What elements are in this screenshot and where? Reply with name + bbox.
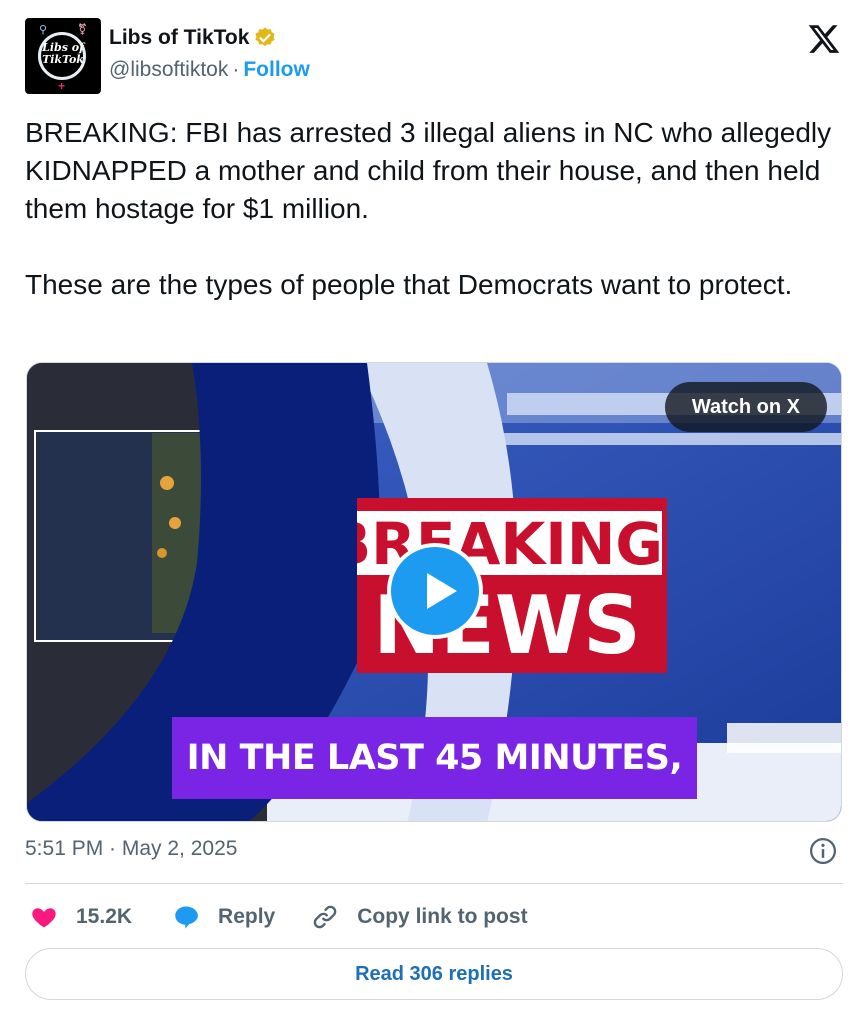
female-symbol-icon: + [58,79,66,93]
reply-button[interactable]: Reply [172,903,275,931]
like-button[interactable]: 15.2K [30,903,132,931]
tweet-paragraph: These are the types of people that Democ… [25,269,793,300]
read-replies-button[interactable]: Read 306 replies [25,948,843,1000]
verified-badge-icon [255,27,276,47]
info-icon[interactable] [808,836,838,866]
tweet-paragraph: BREAKING: FBI has arrested 3 illegal ali… [25,117,832,224]
tweet-header: ⚲ ⚧ Libs of TikTok + Libs of TikTok @lib… [25,18,843,96]
banner-line-1: BREAKING [327,510,663,578]
reply-label: Reply [218,905,276,928]
transgender-symbol-icon: ⚧ [77,24,87,36]
handle-row: @libsoftiktok · Follow [109,58,310,82]
avatar-logo-text: Libs of TikTok [42,41,84,66]
play-icon[interactable] [387,543,483,639]
like-count: 15.2K [76,905,133,928]
separator-dot: · [232,58,240,81]
action-bar: 15.2K Reply Copy link to post [30,900,528,934]
heart-icon [32,908,56,928]
link-icon [313,905,337,929]
copy-link-label: Copy link to post [357,905,528,928]
male-symbol-icon: ⚲ [39,24,48,36]
tweet-text: BREAKING: FBI has arrested 3 illegal ali… [25,114,840,304]
speech-bubble-icon [175,906,198,929]
avatar[interactable]: ⚲ ⚧ Libs of TikTok + [25,18,101,94]
divider [25,883,843,884]
author-handle[interactable]: @libsoftiktok [109,58,228,81]
author-name-row: Libs of TikTok [109,26,277,50]
copy-link-button[interactable]: Copy link to post [311,903,528,931]
display-name[interactable]: Libs of TikTok [109,26,249,50]
tweet-timestamp[interactable]: 5:51 PM · May 2, 2025 [25,837,237,861]
follow-button[interactable]: Follow [243,58,310,81]
x-logo-icon[interactable] [807,22,841,56]
video-thumbnail[interactable]: BREAKING NEWS Watch on X IN THE LAST 45 … [26,362,842,822]
video-caption: IN THE LAST 45 MINUTES, [172,717,697,799]
watch-on-x-button[interactable]: Watch on X [664,382,827,432]
